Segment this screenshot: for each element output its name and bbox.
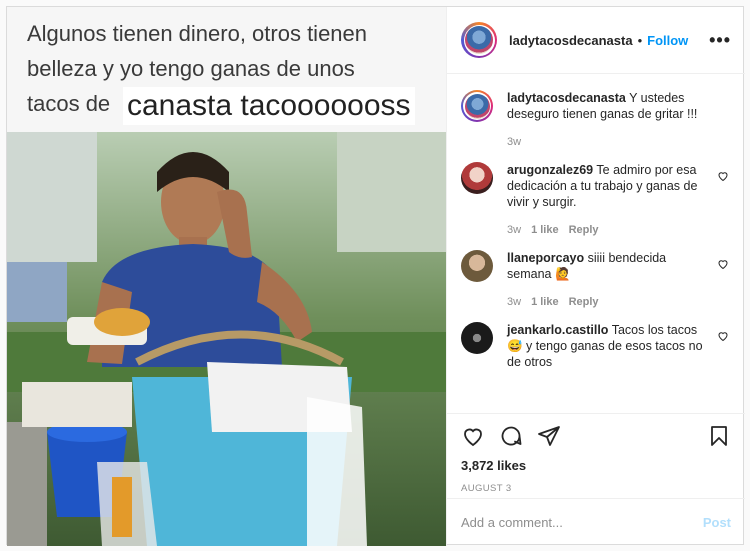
commenter-avatar[interactable] — [461, 250, 493, 282]
reply-button[interactable]: Reply — [569, 222, 599, 238]
share-icon[interactable] — [537, 424, 561, 448]
heart-icon[interactable] — [461, 424, 485, 448]
comment-likes[interactable]: 1 like — [531, 294, 559, 310]
caption-avatar[interactable] — [461, 90, 493, 122]
heart-icon[interactable] — [717, 258, 729, 270]
comment-item: arugonzalez69 Te admiro por esa dedicaci… — [461, 162, 731, 238]
meme-line-2: belleza y yo tengo ganas de unos — [27, 56, 355, 81]
caption-username[interactable]: ladytacosdecanasta — [507, 91, 626, 105]
comment-item: jeankarlo.castillo Tacos los tacos 😅 y t… — [461, 322, 731, 370]
meme-line-1: Algunos tienen dinero, otros tienen — [27, 21, 368, 46]
comment-username[interactable]: jeankarlo.castillo — [507, 323, 608, 337]
caption-item: ladytacosdecanasta Y ustedes deseguro ti… — [461, 90, 731, 150]
author-username[interactable]: ladytacosdecanasta — [509, 33, 633, 48]
caption-time[interactable]: 3w — [507, 134, 521, 150]
add-comment-bar: Add a comment... Post — [447, 498, 745, 546]
reply-button[interactable]: Reply — [569, 294, 599, 310]
author-avatar[interactable] — [461, 22, 497, 58]
bookmark-icon[interactable] — [707, 424, 731, 448]
meme-caption: Algunos tienen dinero, otros tienen bell… — [7, 7, 446, 132]
post-header: ladytacosdecanasta • Follow ••• — [447, 7, 745, 74]
post-sidebar: ladytacosdecanasta • Follow ••• ladytaco… — [446, 7, 745, 546]
post-dialog: Algunos tienen dinero, otros tienen bell… — [6, 6, 745, 546]
comment-icon[interactable] — [499, 424, 523, 448]
meme-overlay-text: canasta tacooooooss — [123, 87, 415, 125]
likes-count[interactable]: 3,872 likes — [461, 458, 731, 473]
meme-line-3: tacos de — [27, 91, 111, 116]
post-comment-button[interactable]: Post — [703, 515, 731, 530]
commenter-avatar[interactable] — [461, 322, 493, 354]
post-media[interactable]: Algunos tienen dinero, otros tienen bell… — [7, 7, 446, 546]
comment-username[interactable]: arugonzalez69 — [507, 163, 593, 177]
comment-likes[interactable]: 1 like — [531, 222, 559, 238]
comments-list[interactable]: ladytacosdecanasta Y ustedes deseguro ti… — [447, 74, 745, 413]
comment-time[interactable]: 3w — [507, 222, 521, 238]
commenter-avatar[interactable] — [461, 162, 493, 194]
comment-item: llaneporcayo siiii bendecida semana 🙋 3w… — [461, 250, 731, 310]
heart-icon[interactable] — [717, 170, 729, 182]
follow-button[interactable]: Follow — [647, 33, 688, 48]
heart-icon[interactable] — [717, 330, 729, 342]
comment-username[interactable]: llaneporcayo — [507, 251, 584, 265]
vendor-photo — [7, 132, 446, 546]
more-options-icon[interactable]: ••• — [709, 30, 731, 51]
post-date[interactable]: AUGUST 3 — [461, 483, 731, 494]
comment-input[interactable]: Add a comment... — [461, 515, 563, 530]
comment-time[interactable]: 3w — [507, 294, 521, 310]
separator-dot: • — [637, 32, 643, 48]
